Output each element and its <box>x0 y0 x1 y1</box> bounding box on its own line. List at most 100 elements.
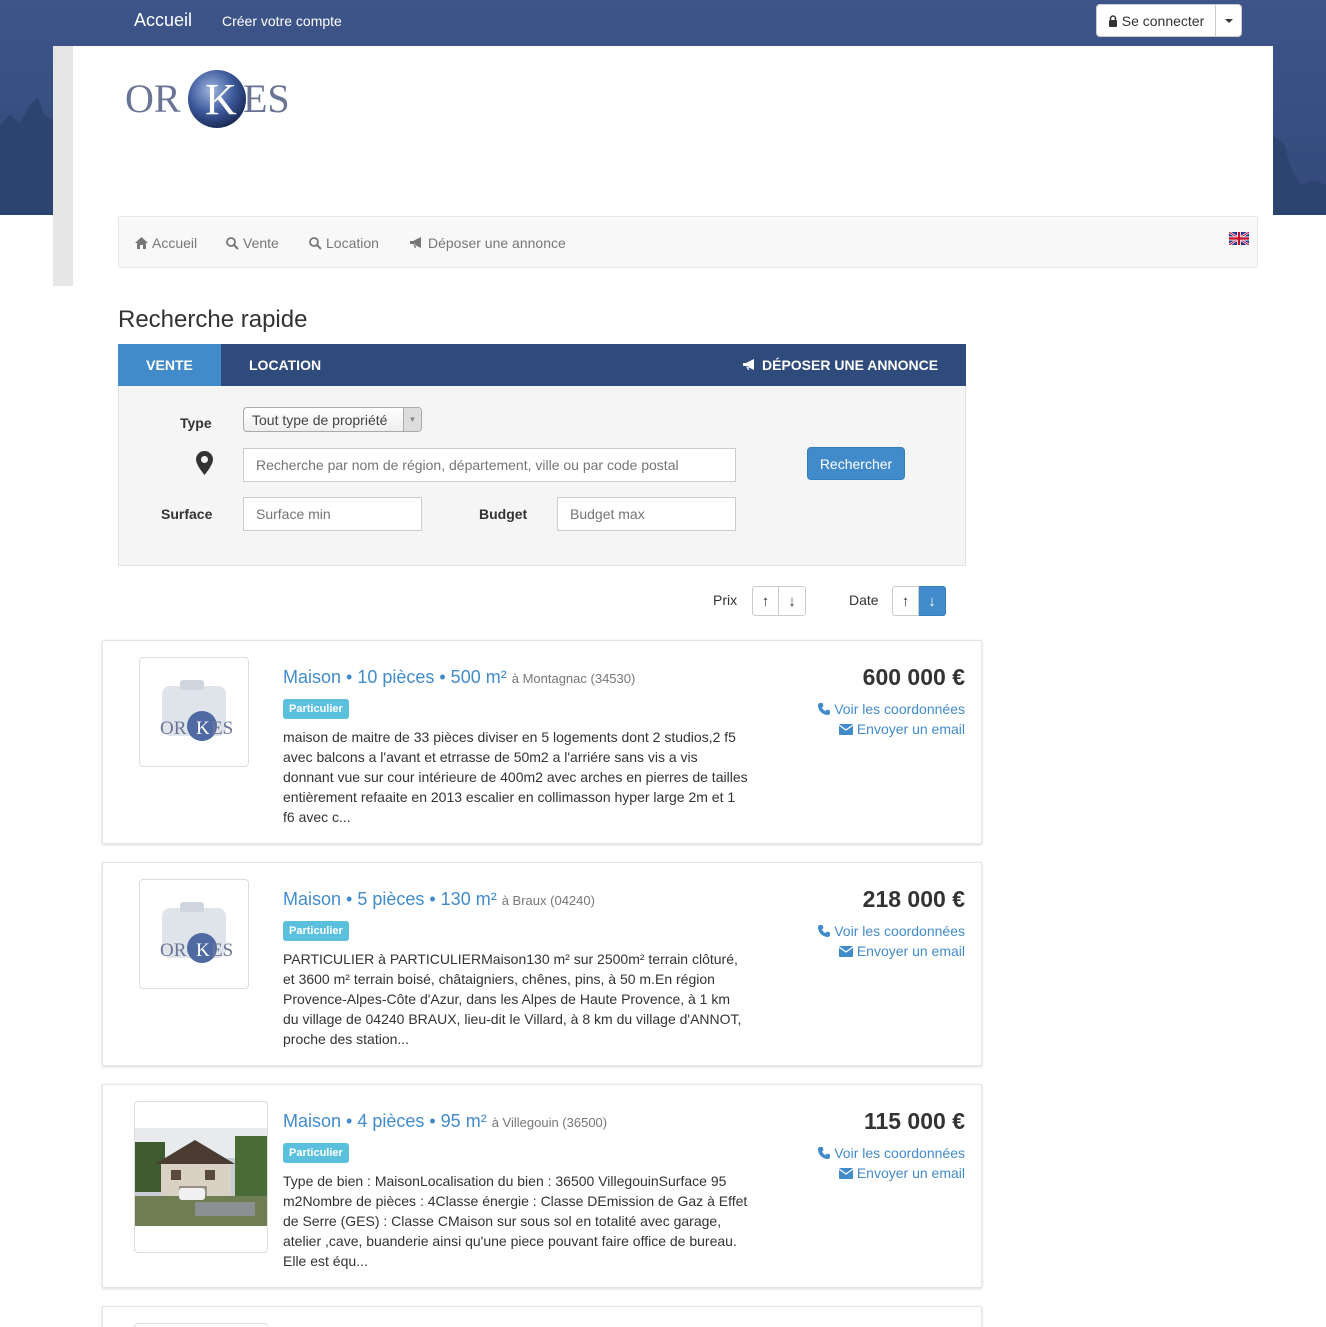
send-email-link[interactable]: Envoyer un email <box>838 1165 965 1181</box>
lock-icon <box>1108 14 1117 27</box>
budget-max-input[interactable] <box>557 497 736 531</box>
phone-icon <box>818 925 831 937</box>
svg-text:OR: OR <box>160 940 187 961</box>
sort-price-desc-button[interactable]: ↓ <box>779 586 806 616</box>
listing-thumbnail[interactable]: OR K ES <box>139 879 249 989</box>
listing-title[interactable]: Maison • 10 pièces • 500 m² à Montagnac … <box>283 667 635 688</box>
listing-title-text: Maison • 5 pièces • 130 m² <box>283 889 497 909</box>
svg-text:K: K <box>196 940 210 961</box>
chevron-down-icon <box>1224 18 1233 23</box>
listing-thumbnail[interactable] <box>134 1101 268 1253</box>
listing-card: OR K ES Maison • 10 pièces • 500 m² à Mo… <box>102 640 982 844</box>
send-email-label: Envoyer un email <box>856 1165 965 1181</box>
listing-price: 600 000 € <box>862 664 965 690</box>
view-contact-label: Voir les coordonnées <box>834 701 965 717</box>
search-tabs: Vente Location Déposer une annonce <box>118 344 966 394</box>
listing-location: à Montagnac (34530) <box>511 671 636 686</box>
sort-date-asc-button[interactable]: ↑ <box>892 586 919 616</box>
view-contact-link[interactable]: Voir les coordonnées <box>818 923 965 939</box>
search-icon <box>226 236 239 250</box>
listing-title[interactable]: Maison • 4 pièces • 95 m² à Villegouin (… <box>283 1111 607 1132</box>
type-label: Type <box>180 415 212 431</box>
nav-item-accueil[interactable]: Accueil <box>135 235 197 251</box>
svg-text:ES: ES <box>211 940 233 961</box>
map-marker-icon <box>196 451 213 475</box>
signin-dropdown-toggle[interactable] <box>1216 5 1241 36</box>
property-type-value: Tout type de propriété <box>252 412 388 428</box>
send-email-link[interactable]: Envoyer un email <box>838 943 965 959</box>
listing-thumbnail[interactable] <box>134 1323 268 1327</box>
listing-badge: Particulier <box>283 921 349 941</box>
sidebar-strip <box>53 46 73 286</box>
nav-label: Déposer une annonce <box>428 235 566 251</box>
budget-label: Budget <box>479 506 528 522</box>
signin-button[interactable]: Se connecter <box>1097 5 1216 36</box>
svg-text:OR: OR <box>160 718 187 739</box>
listing-price: 115 000 € <box>863 1108 965 1134</box>
listing-badge: Particulier <box>283 699 349 719</box>
brand-home-link[interactable]: Accueil <box>134 10 192 31</box>
listing-location: à Villegouin (36500) <box>491 1115 608 1130</box>
nav-label: Accueil <box>152 235 198 251</box>
search-button[interactable]: Rechercher <box>807 447 905 480</box>
sort-price-group: ↑ ↓ <box>752 586 806 616</box>
camera-placeholder-icon: OR K ES <box>160 902 233 963</box>
nav-item-deposer[interactable]: Déposer une annonce <box>409 235 566 251</box>
send-email-label: Envoyer un email <box>856 721 965 737</box>
surface-label: Surface <box>161 506 213 522</box>
sort-date-desc-button[interactable]: ↓ <box>919 586 946 616</box>
view-contact-link[interactable]: Voir les coordonnées <box>818 701 965 717</box>
location-search-input[interactable] <box>243 448 736 482</box>
bullhorn-icon <box>410 237 421 248</box>
listing-title[interactable]: Maison • 5 pièces • 130 m² à Braux (0424… <box>283 889 595 910</box>
chevron-down-icon: ▼ <box>403 408 421 431</box>
phone-icon <box>818 1147 831 1159</box>
create-account-link[interactable]: Créer votre compte <box>222 13 342 29</box>
svg-text:ES: ES <box>243 76 290 121</box>
sort-price-asc-button[interactable]: ↑ <box>752 586 779 616</box>
surface-min-input[interactable] <box>243 497 422 531</box>
phone-icon <box>818 703 831 715</box>
english-flag-icon[interactable] <box>1229 232 1249 245</box>
send-email-label: Envoyer un email <box>856 943 965 959</box>
svg-text:OR: OR <box>125 76 181 121</box>
bullhorn-icon <box>743 359 754 370</box>
orkes-logo[interactable]: OR K ES <box>125 66 310 132</box>
listing-description: Type de bien : MaisonLocalisation du bie… <box>283 1173 748 1269</box>
property-type-select[interactable]: Tout type de propriété ▼ <box>243 407 422 432</box>
house-photo <box>135 1128 267 1226</box>
svg-text:ES: ES <box>211 718 233 739</box>
envelope-icon <box>838 1167 853 1179</box>
svg-text:K: K <box>205 75 237 124</box>
view-contact-link[interactable]: Voir les coordonnées <box>818 1145 965 1161</box>
tab-vente[interactable]: Vente <box>118 344 221 394</box>
listing-title-text: Maison • 4 pièces • 95 m² <box>283 1111 487 1131</box>
listing-card: Maison • 4 pièces • 95 m² à Villegouin (… <box>102 1084 982 1288</box>
send-email-link[interactable]: Envoyer un email <box>838 721 965 737</box>
envelope-icon <box>838 945 853 957</box>
listing-description: PARTICULIER à PARTICULIERMaison130 m² su… <box>283 951 742 1047</box>
tab-location[interactable]: Location <box>249 344 321 386</box>
quick-search-title: Recherche rapide <box>118 306 308 333</box>
signin-button-group: Se connecter <box>1096 4 1242 37</box>
envelope-icon <box>838 723 853 735</box>
svg-text:K: K <box>196 718 210 739</box>
sort-price-label: Prix <box>713 592 738 608</box>
nav-label: Location <box>326 235 379 251</box>
listing-title-text: Maison • 10 pièces • 500 m² <box>283 667 507 687</box>
signin-label: Se connecter <box>1121 12 1205 29</box>
nav-item-vente[interactable]: Vente <box>226 235 279 251</box>
camera-placeholder-icon: OR K ES <box>160 680 233 741</box>
main-nav: Accueil Vente Location Déposer une annon… <box>118 216 1258 268</box>
home-icon <box>135 237 148 249</box>
sort-date-label: Date <box>849 592 879 608</box>
search-icon <box>309 236 322 250</box>
sort-date-group: ↑ ↓ <box>892 586 946 616</box>
listing-thumbnail[interactable]: OR K ES <box>139 657 249 767</box>
nav-item-location[interactable]: Location <box>309 235 379 251</box>
listing-badge: Particulier <box>283 1143 349 1163</box>
tab-deposer-annonce[interactable]: Déposer une annonce <box>742 344 938 386</box>
listing-price: 218 000 € <box>862 886 965 912</box>
tab-label: Déposer une annonce <box>762 357 939 373</box>
listing-card <box>102 1306 982 1327</box>
